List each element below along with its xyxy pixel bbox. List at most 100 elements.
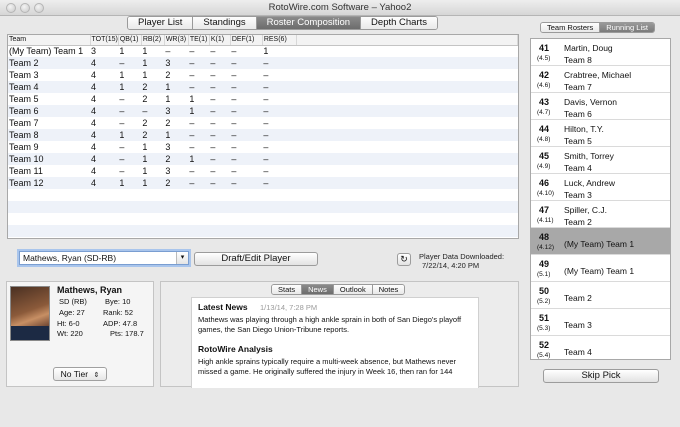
table-cell: – — [119, 94, 125, 104]
player-name: Mathews, Ryan — [57, 285, 123, 295]
table-row[interactable]: Team 9 4 – 1 3 – – – – — [8, 141, 518, 153]
running-list-item[interactable]: 49 (5.1) (My Team) Team 1 — [531, 255, 670, 282]
table-cell: – — [262, 57, 297, 69]
player-jersey — [11, 326, 49, 340]
table-row[interactable]: Team 10 4–1 2 1– – – — [8, 153, 518, 165]
tab-running-list[interactable]: Running List — [600, 23, 654, 32]
tab-outlook[interactable]: Outlook — [333, 285, 373, 294]
running-list-item[interactable]: 46 (4.10) Luck, Andrew Team 3 — [531, 174, 670, 201]
column-header[interactable]: QB(1) — [118, 35, 142, 46]
table-cell: – — [231, 70, 237, 80]
player-card: Mathews, Ryan SD (RB) Bye: 10 Age: 27 Ra… — [6, 281, 154, 387]
minimize-window-button[interactable] — [20, 3, 30, 13]
table-cell: – — [210, 46, 216, 57]
column-header[interactable]: RB(2) — [141, 35, 165, 46]
running-list-item[interactable]: 47 (4.11) Spiller, C.J. Team 2 — [531, 201, 670, 228]
running-list-item[interactable]: 48 (4.12) (My Team) Team 1 — [531, 228, 670, 255]
table-cell: Team 4 — [8, 81, 90, 93]
column-header[interactable]: TE(1) — [188, 35, 210, 46]
table-cell: – — [263, 70, 269, 80]
table-row[interactable]: Team 5 4 – 2 1 1 – – – — [8, 93, 518, 105]
running-list-item[interactable]: 51 (5.3) Team 3 — [531, 309, 670, 336]
table-row[interactable]: Team 6 4– –3 1– – – — [8, 105, 518, 117]
roster-composition-grid: Team TOT(15) QB(1) RB(2) WR(3) TE(1) K(1) DEF(1… — [7, 34, 519, 239]
running-list-item[interactable]: 42 (4.6) Crabtree, Michael Team 7 — [531, 66, 670, 93]
chevron-down-icon[interactable]: ▾ — [176, 252, 188, 264]
table-cell: 4 — [90, 153, 119, 165]
column-header[interactable]: DEF(1) — [230, 35, 263, 46]
tab-standings[interactable]: Standings — [193, 17, 257, 29]
pick-number: 44 — [539, 124, 550, 134]
picked-player: Luck, Andrew — [564, 178, 616, 188]
table-cell: 1 — [142, 70, 148, 80]
column-header[interactable]: Team — [8, 35, 91, 46]
table-cell: 1 — [119, 70, 125, 80]
running-list-item[interactable]: 45 (4.9) Smith, Torrey Team 4 — [531, 147, 670, 174]
table-cell: 2 — [164, 153, 189, 165]
table-cell: Team 6 — [8, 105, 90, 117]
column-header[interactable]: RES(6) — [262, 35, 297, 46]
table-row[interactable]: (My Team) Team 1 3 1 1 – – – – 1 — [8, 45, 518, 57]
column-header[interactable]: TOT(15) — [90, 35, 119, 46]
table-cell: 3 — [164, 57, 189, 69]
table-cell: – — [189, 46, 195, 57]
tier-dropdown[interactable]: No Tier ⇕ — [53, 367, 107, 381]
table-cell: – — [230, 177, 263, 189]
running-list-item[interactable]: 52 (5.4) Team 4 — [531, 336, 670, 359]
analysis-body: High ankle sprains typically require a m… — [198, 357, 457, 376]
tab-notes[interactable]: Notes — [372, 285, 405, 294]
news-body: Mathews was playing through a high ankle… — [198, 315, 462, 334]
tab-depth-charts[interactable]: Depth Charts — [361, 17, 438, 29]
table-cell: – — [230, 105, 263, 117]
pick-round: (4.10) — [537, 190, 554, 197]
table-cell: – — [210, 94, 216, 104]
player-height: Ht: 6-0 — [57, 319, 80, 328]
column-header[interactable]: WR(3) — [164, 35, 189, 46]
pick-team: Team 3 — [564, 320, 592, 330]
table-cell: 2 — [142, 94, 148, 104]
pick-team: (My Team) Team 1 — [564, 239, 635, 249]
window-title: RotoWire.com Software – Yahoo2 — [268, 2, 412, 13]
tab-stats[interactable]: Stats — [272, 285, 303, 294]
tab-team-rosters[interactable]: Team Rosters — [541, 23, 601, 32]
table-cell: – — [119, 142, 125, 152]
table-row[interactable]: Team 12 4 1 1 2– – – – — [8, 177, 518, 189]
tab-roster-composition[interactable]: Roster Composition — [256, 17, 362, 29]
table-row[interactable]: Team 7 4 – 2 2 – – – – — [8, 117, 518, 129]
refresh-button[interactable]: ↻ — [397, 253, 411, 266]
player-select-dropdown[interactable]: Mathews, Ryan (SD-RB) ▾ — [19, 251, 189, 265]
pick-number: 50 — [539, 286, 550, 296]
table-cell: 3 — [91, 46, 97, 57]
column-header[interactable]: K(1) — [209, 35, 231, 46]
running-list-item[interactable]: 44 (4.8) Hilton, T.Y. Team 5 — [531, 120, 670, 147]
table-cell: – — [231, 118, 237, 128]
table-row[interactable]: Team 11 4 – 1 3 – – – – — [8, 165, 518, 177]
download-label: Player Data Downloaded: — [419, 252, 505, 261]
zoom-window-button[interactable] — [34, 3, 44, 13]
running-list: 41 (4.5) Martin, Doug Team 8 42 (4.6) Crabtree… — [530, 38, 671, 360]
draft-edit-player-button[interactable]: Draft/Edit Player — [194, 252, 318, 266]
running-list-item[interactable]: 50 (5.2) Team 2 — [531, 282, 670, 309]
table-cell: – — [231, 166, 237, 176]
table-cell: – — [188, 177, 210, 189]
close-window-button[interactable] — [6, 3, 16, 13]
table-row[interactable]: Team 3 4 1 1 2 – – – – — [8, 69, 518, 81]
skip-pick-button[interactable]: Skip Pick — [543, 369, 659, 383]
table-cell: – — [189, 118, 195, 128]
table-cell: 1 — [263, 46, 269, 57]
news-content[interactable]: Latest News 1/13/14, 7:28 PM Mathews was… — [191, 297, 479, 388]
running-list-item[interactable]: 43 (4.7) Davis, Vernon Team 6 — [531, 93, 670, 120]
news-panel: Stats News Outlook Notes Latest News 1/13/1… — [160, 281, 519, 388]
tier-value: No Tier — [60, 369, 89, 379]
tab-news[interactable]: News — [302, 285, 334, 294]
table-cell: 4 — [90, 81, 119, 93]
tab-player-list[interactable]: Player List — [128, 17, 194, 29]
running-list-item[interactable]: 41 (4.5) Martin, Doug Team 8 — [531, 39, 670, 66]
table-row[interactable]: Team 8 4 1 2 1– – – – — [8, 129, 518, 141]
pick-number: 52 — [539, 340, 550, 350]
table-cell: – — [119, 118, 125, 128]
table-row[interactable]: Team 2 4–1 3– – – – — [8, 57, 518, 69]
table-cell: 1 — [119, 46, 125, 57]
table-row[interactable]: Team 4 4 1 2 1– – – – — [8, 81, 518, 93]
pick-round: (4.11) — [537, 217, 554, 224]
